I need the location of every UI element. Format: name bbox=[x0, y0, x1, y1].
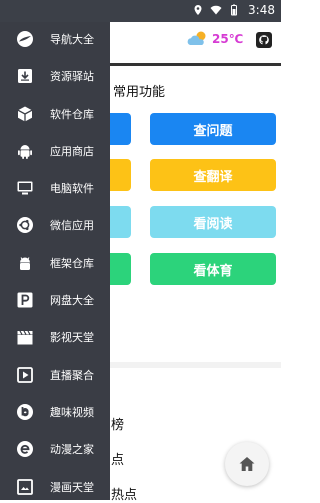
drawer-item-fun-videos[interactable]: 趣味视频 bbox=[0, 396, 110, 428]
drawer-label: 软件仓库 bbox=[50, 108, 94, 121]
drawer-label: 漫画天堂 bbox=[50, 481, 94, 494]
drawer-label: 电脑软件 bbox=[50, 182, 94, 195]
github-icon[interactable] bbox=[255, 31, 273, 49]
navigation-drawer: 导航大全 资源驿站 软件仓库 应用商店 电脑软件 微信应用 框架仓库 网盘大全 … bbox=[0, 0, 110, 500]
weather-temperature: 25℃ bbox=[212, 32, 244, 46]
reading-button[interactable]: 看阅读 bbox=[150, 206, 276, 238]
weather-widget[interactable]: 25℃ bbox=[186, 30, 243, 48]
drawer-item-comics[interactable]: 漫画天堂 bbox=[0, 471, 110, 503]
drawer-item-movies[interactable]: 影视天堂 bbox=[0, 321, 110, 353]
clock: 3:48 bbox=[248, 3, 275, 17]
monitor-icon bbox=[16, 179, 34, 197]
ask-question-button[interactable]: 查问题 bbox=[150, 113, 276, 145]
p-letter-icon bbox=[16, 291, 34, 309]
drawer-label: 导航大全 bbox=[50, 33, 94, 46]
drawer-item-app-store[interactable]: 应用商店 bbox=[0, 135, 110, 167]
drawer-item-resources[interactable]: 资源驿站 bbox=[0, 60, 110, 92]
list-item-hot[interactable]: 热点 bbox=[111, 484, 137, 503]
book-frame-icon bbox=[16, 478, 34, 496]
drawer-item-software-repo[interactable]: 软件仓库 bbox=[0, 98, 110, 130]
drawer-label: 微信应用 bbox=[50, 219, 94, 232]
clapperboard-icon bbox=[16, 328, 34, 346]
list-item-point[interactable]: 点 bbox=[111, 449, 124, 468]
status-bar: 3:48 bbox=[0, 0, 281, 22]
drawer-label: 框架仓库 bbox=[50, 257, 94, 270]
drawer-label: 直播聚合 bbox=[50, 369, 94, 382]
download-box-icon bbox=[16, 67, 34, 85]
left-column-button-2[interactable] bbox=[110, 159, 131, 191]
section-divider bbox=[110, 362, 281, 368]
android-robot-icon bbox=[16, 254, 34, 272]
drawer-item-wechat-apps[interactable]: 微信应用 bbox=[0, 209, 110, 241]
drawer-label: 趣味视频 bbox=[50, 406, 94, 419]
drawer-item-framework-repo[interactable]: 框架仓库 bbox=[0, 247, 110, 279]
battery-icon bbox=[231, 4, 238, 16]
e-circle-icon bbox=[16, 440, 34, 458]
drawer-item-pc-software[interactable]: 电脑软件 bbox=[0, 172, 110, 204]
home-button[interactable] bbox=[225, 442, 269, 486]
weather-cloud-sun-icon bbox=[187, 31, 206, 45]
section-title: 常用功能 bbox=[113, 85, 166, 100]
drawer-item-navigation[interactable]: 导航大全 bbox=[0, 23, 110, 55]
translate-button[interactable]: 查翻译 bbox=[150, 159, 276, 191]
drawer-label: 动漫之家 bbox=[50, 443, 94, 456]
play-box-icon bbox=[16, 366, 34, 384]
ubuntu-icon bbox=[16, 216, 34, 234]
left-column-button-3[interactable] bbox=[110, 206, 131, 238]
left-column-button-1[interactable] bbox=[110, 113, 131, 145]
home-icon bbox=[239, 457, 255, 471]
left-column-button-4[interactable] bbox=[110, 253, 131, 285]
compass-icon bbox=[16, 30, 34, 48]
cube-icon bbox=[16, 105, 34, 123]
drawer-item-anime[interactable]: 动漫之家 bbox=[0, 433, 110, 465]
drawer-label: 资源驿站 bbox=[50, 70, 94, 83]
drawer-item-live-streams[interactable]: 直播聚合 bbox=[0, 359, 110, 391]
drawer-item-netdisk[interactable]: 网盘大全 bbox=[0, 284, 110, 316]
list-item-ranking[interactable]: 榜 bbox=[111, 414, 124, 433]
drawer-label: 应用商店 bbox=[50, 145, 94, 158]
location-icon bbox=[194, 5, 202, 15]
loading-progress-bar bbox=[110, 63, 281, 66]
status-icons: 3:48 bbox=[192, 3, 275, 17]
android-icon bbox=[16, 142, 34, 160]
wifi-icon bbox=[210, 5, 222, 15]
drawer-label: 网盘大全 bbox=[50, 294, 94, 307]
top-bar: 25℃ bbox=[110, 22, 281, 64]
bilibili-b-icon bbox=[16, 403, 34, 421]
sports-button[interactable]: 看体育 bbox=[150, 253, 276, 285]
drawer-label: 影视天堂 bbox=[50, 331, 94, 344]
